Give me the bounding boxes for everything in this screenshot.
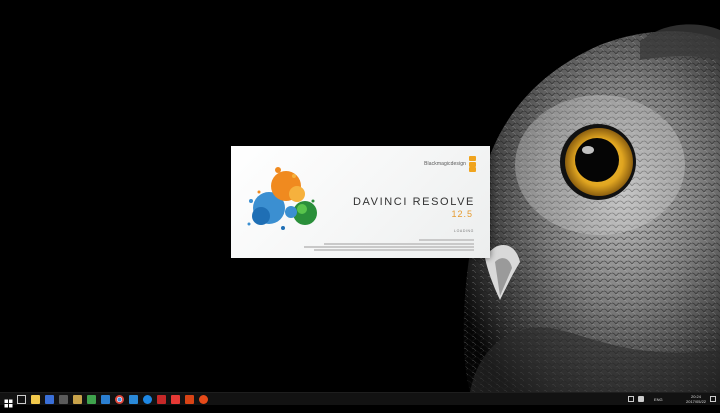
red-circle-icon[interactable] <box>199 395 208 404</box>
media-player-icon[interactable] <box>87 395 96 404</box>
app-icon[interactable] <box>59 395 68 404</box>
network-icon[interactable] <box>628 396 634 402</box>
task-view-icon[interactable] <box>17 395 26 404</box>
clock[interactable]: 20:24 2017/05/22 <box>686 394 706 404</box>
chrome-icon[interactable] <box>115 395 124 404</box>
vivaldi-icon[interactable] <box>171 395 180 404</box>
taskbar: ENG 20:24 2017/05/22 <box>0 392 720 408</box>
app-version: 12.5 <box>451 209 473 219</box>
red-app-icon[interactable] <box>157 395 166 404</box>
folder-icon[interactable] <box>73 395 82 404</box>
desktop: Blackmagicdesign DAVINCI RESOLVE 12.5 LO… <box>0 0 720 392</box>
volume-icon[interactable] <box>638 396 644 402</box>
davinci-resolve-splash-window: Blackmagicdesign DAVINCI RESOLVE 12.5 LO… <box>231 146 490 258</box>
app-title: DAVINCI RESOLVE <box>352 196 475 208</box>
blackmagic-mark-icon <box>469 156 476 172</box>
store-icon[interactable] <box>45 395 54 404</box>
blackmagic-design-logo: Blackmagicdesign <box>424 155 476 173</box>
loading-status: LOADING <box>454 229 474 233</box>
file-explorer-icon[interactable] <box>31 395 40 404</box>
clock-date: 2017/05/22 <box>686 399 707 404</box>
photos-icon[interactable] <box>101 395 110 404</box>
legal-text-lines <box>294 238 474 252</box>
windows-start-icon[interactable] <box>4 395 13 408</box>
check-icon[interactable] <box>129 395 138 404</box>
brand-name: Blackmagicdesign <box>424 161 466 167</box>
media-app-icon[interactable] <box>185 395 194 404</box>
edge-icon[interactable] <box>143 395 152 404</box>
notifications-icon[interactable] <box>710 396 716 402</box>
language-indicator[interactable]: ENG <box>654 397 663 402</box>
